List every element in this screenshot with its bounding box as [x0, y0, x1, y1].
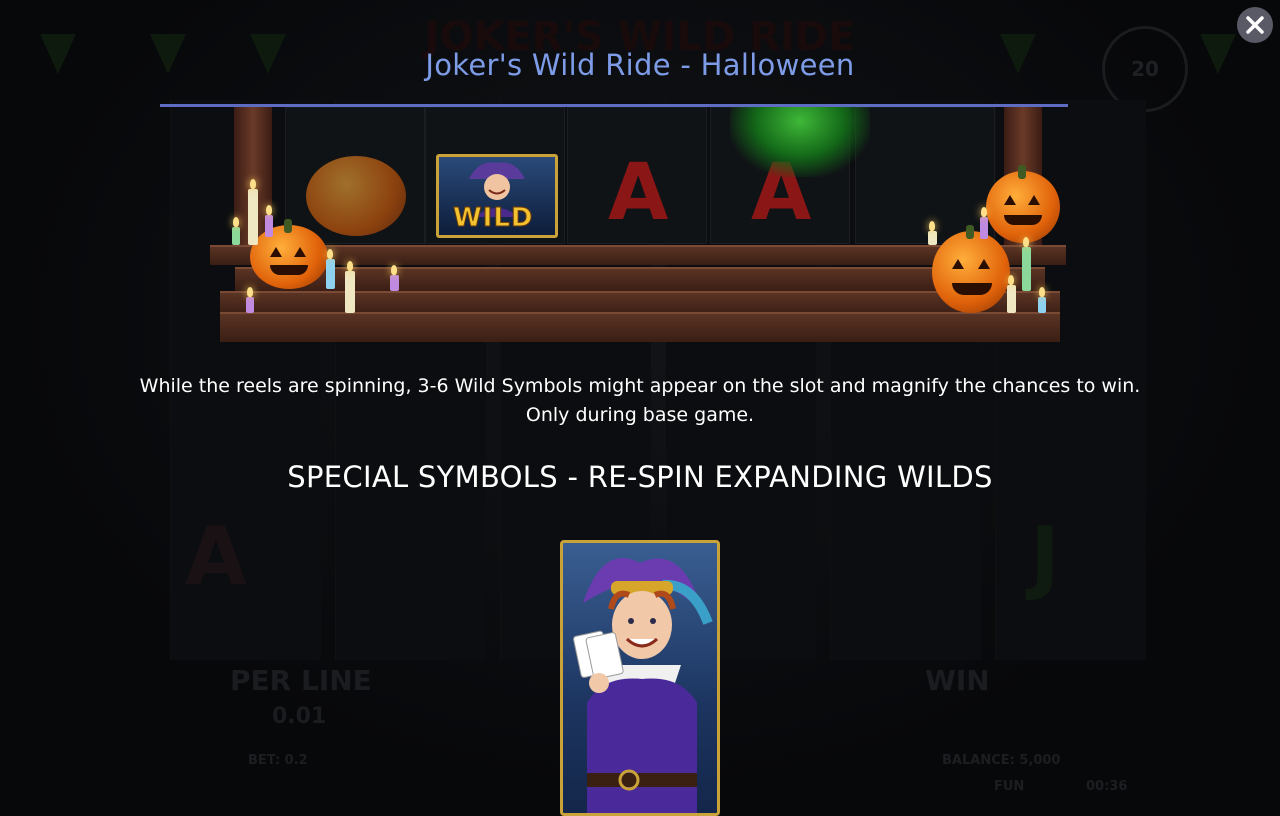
candle [1022, 247, 1031, 291]
pumpkin-icon [250, 225, 328, 289]
clock: 00:36 [1086, 779, 1128, 794]
candle [390, 275, 399, 291]
candle [928, 231, 937, 245]
candle [265, 215, 273, 237]
win-label: WIN [925, 664, 990, 697]
fun-label: FUN [994, 779, 1025, 794]
scene-reel [855, 107, 995, 244]
pumpkin-symbol [306, 156, 406, 236]
section-heading: SPECIAL SYMBOLS - RE-SPIN EXPANDING WILD… [287, 460, 993, 494]
candle [345, 271, 355, 313]
close-button[interactable] [1237, 7, 1273, 43]
candle [980, 217, 988, 239]
wild-feature-illustration: A A WILD [210, 107, 1070, 342]
candle [232, 227, 240, 245]
description-line-1: While the reels are spinning, 3-6 Wild S… [139, 375, 1141, 397]
pumpkin-stem [284, 219, 292, 233]
pumpkin-icon [932, 231, 1010, 313]
balance-label: BALANCE: 5,000 [942, 753, 1061, 768]
pumpkin-icon [986, 171, 1060, 243]
letter-a-symbol: A [608, 148, 669, 238]
expanding-wild-symbol [560, 540, 720, 816]
green-glow [730, 107, 870, 177]
joker-icon [573, 558, 713, 813]
background-symbol: J [1030, 510, 1060, 603]
wild-label: WILD [453, 203, 534, 234]
scene-reel [285, 107, 425, 244]
shelf [235, 267, 1045, 291]
page-title: Joker's Wild Ride - Halloween [425, 48, 855, 82]
candle [1007, 285, 1016, 313]
pumpkin-stem [966, 225, 974, 239]
background-symbol: A [185, 510, 247, 603]
bet-label: BET: 0.2 [248, 753, 308, 768]
scene-reel: A [567, 107, 707, 244]
feature-description: While the reels are spinning, 3-6 Wild S… [0, 372, 1280, 430]
candle [326, 259, 335, 289]
wild-symbol: WILD [436, 154, 558, 238]
per-line-value: 0.01 [272, 704, 327, 729]
pumpkin-stem [1018, 165, 1026, 179]
per-line-label: PER LINE [230, 664, 372, 697]
shelf [220, 312, 1060, 342]
close-icon [1246, 16, 1264, 34]
candle [246, 297, 254, 313]
description-line-2: Only during base game. [525, 404, 755, 426]
candle [1038, 297, 1046, 313]
candle [248, 189, 258, 245]
